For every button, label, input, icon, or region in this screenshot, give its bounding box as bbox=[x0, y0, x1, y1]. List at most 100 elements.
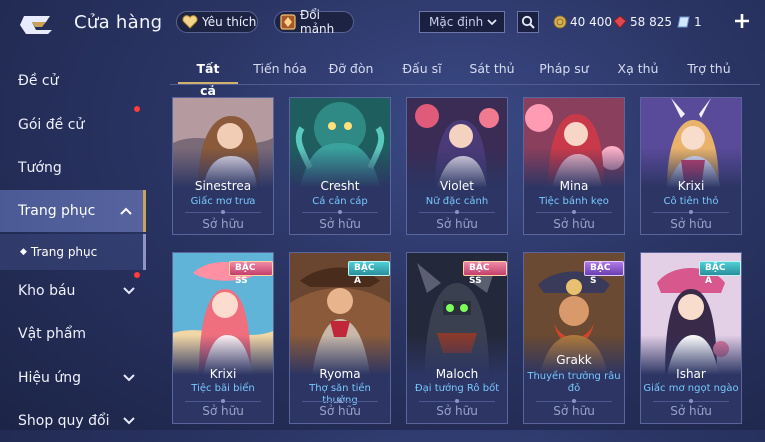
tab-marksman[interactable]: Xạ thủ bbox=[616, 58, 660, 84]
plus-icon[interactable] bbox=[733, 12, 751, 30]
sidebar-item-label: Tướng bbox=[18, 160, 62, 176]
owned-status: Sở hữu bbox=[436, 217, 478, 231]
rank-badge: BẬC A bbox=[348, 261, 390, 286]
hero-name: Cresht bbox=[320, 179, 360, 193]
tab-label: Tất cả bbox=[196, 61, 220, 98]
tab-all[interactable]: Tất cả bbox=[178, 58, 238, 98]
tab-label: Sát thủ bbox=[469, 61, 515, 76]
sort-dropdown[interactable]: Mặc định bbox=[419, 11, 505, 33]
skin-name: Cô tiên thỏ bbox=[663, 196, 719, 207]
sort-value: Mặc định bbox=[429, 15, 484, 29]
rank-badge: BẬC S bbox=[584, 261, 624, 286]
owned-status: Sở hữu bbox=[202, 217, 244, 231]
divider-dot bbox=[455, 399, 459, 403]
skin-card[interactable]: Violet Nữ đặc cảnh Sở hữu bbox=[406, 97, 508, 235]
sidebar-item-featured[interactable]: Đề cử bbox=[0, 60, 146, 102]
top-bar: Cửa hàng Yêu thích Đổi mảnh Mặc định 40 … bbox=[0, 0, 765, 46]
owned-status: Sở hữu bbox=[436, 404, 478, 418]
search-button[interactable] bbox=[517, 11, 539, 33]
skin-card[interactable]: BẬC SS Krixi Tiệc bãi biển Sở hữu bbox=[172, 252, 274, 424]
chevron-down-icon bbox=[123, 287, 135, 295]
wishlist-button[interactable]: Yêu thích bbox=[176, 11, 258, 33]
skin-name: Tiệc bãi biển bbox=[191, 383, 255, 394]
skin-card[interactable]: BẬC S Grakk Thuyền trưởng râu đỏ Sở hữu bbox=[523, 252, 625, 424]
tab-label: Đấu sĩ bbox=[402, 61, 442, 76]
hero-name: Ryoma bbox=[319, 367, 361, 381]
skin-card[interactable]: Cresht Cá cản cáp Sở hữu bbox=[289, 97, 391, 235]
heart-icon bbox=[181, 13, 199, 31]
tab-tank[interactable]: Đỡ đòn bbox=[326, 58, 376, 84]
skin-card[interactable]: Mina Tiệc bánh kẹo Sở hữu bbox=[523, 97, 625, 235]
skin-name: Giấc mơ trưa bbox=[190, 196, 256, 207]
tab-mage[interactable]: Pháp sư bbox=[538, 58, 590, 84]
skin-card[interactable]: Krixi Cô tiên thỏ Sở hữu bbox=[640, 97, 742, 235]
divider-dot bbox=[572, 210, 576, 214]
sidebar-item-effects[interactable]: Hiệu ứng bbox=[0, 357, 146, 399]
gold-amount: 40 400 bbox=[570, 15, 612, 29]
hero-name: Krixi bbox=[209, 367, 237, 381]
chevron-down-icon bbox=[487, 19, 497, 26]
sidebar-item-label: Trang phục bbox=[18, 203, 96, 219]
tab-label: Đỡ đòn bbox=[328, 61, 374, 76]
page-title: Cửa hàng bbox=[74, 12, 163, 33]
skin-name: Tiệc bánh kẹo bbox=[539, 196, 609, 207]
rank-badge: BẬC A bbox=[699, 261, 741, 286]
hero-name: Mina bbox=[559, 179, 589, 193]
skin-card[interactable]: Sinestrea Giấc mơ trưa Sở hữu bbox=[172, 97, 274, 235]
sidebar-item-exchange-shop[interactable]: Shop quy đổi bbox=[0, 400, 146, 442]
owned-status: Sở hữu bbox=[319, 404, 361, 418]
sidebar-subitem-skins[interactable]: ◆ Trang phục bbox=[0, 234, 146, 270]
divider-dot bbox=[338, 399, 342, 403]
tab-support[interactable]: Trợ thủ bbox=[684, 58, 734, 84]
sidebar-subitem-label: Trang phục bbox=[30, 245, 98, 259]
tab-evolution[interactable]: Tiến hóa bbox=[252, 58, 308, 84]
shard-exchange-button[interactable]: Đổi mảnh bbox=[274, 8, 354, 36]
sidebar-item-heroes[interactable]: Tướng bbox=[0, 147, 146, 189]
hero-name: Ishar bbox=[676, 367, 706, 381]
sidebar-item-label: Kho báu bbox=[18, 283, 76, 299]
gold-balance: 40 400 bbox=[553, 14, 612, 30]
rank-badge: BẬC SS bbox=[229, 261, 273, 286]
skin-name: Cá cản cáp bbox=[312, 196, 368, 207]
sidebar-item-label: Shop quy đổi bbox=[18, 413, 110, 429]
skin-name: Giấc mơ ngọt ngào bbox=[643, 383, 739, 394]
divider-dot bbox=[455, 210, 459, 214]
skin-card[interactable]: BẬC A Ryoma Thợ săn tiền thưởng Sở hữu bbox=[289, 252, 391, 424]
skin-name: Đại tướng Rô bốt bbox=[414, 383, 500, 394]
owned-status: Sở hữu bbox=[202, 404, 244, 418]
sidebar: Đề cử Gói đề cử Tướng Trang phục ◆ Trang… bbox=[0, 56, 146, 430]
tab-fighter[interactable]: Đấu sĩ bbox=[400, 58, 444, 84]
sidebar-item-label: Hiệu ứng bbox=[18, 370, 81, 386]
hero-name: Sinestrea bbox=[194, 179, 252, 193]
skin-card[interactable]: BẬC SS Maloch Đại tướng Rô bốt Sở hữu bbox=[406, 252, 508, 424]
hero-name: Grakk bbox=[556, 353, 592, 367]
divider-dot bbox=[572, 399, 576, 403]
hero-name: Krixi bbox=[677, 179, 705, 193]
notification-dot bbox=[134, 106, 140, 112]
notification-dot bbox=[134, 272, 140, 278]
category-tabs: Tất cả Tiến hóa Đỡ đòn Đấu sĩ Sát thủ Ph… bbox=[170, 58, 760, 98]
divider-dot bbox=[221, 210, 225, 214]
wishlist-label: Yêu thích bbox=[202, 15, 257, 29]
gold-coin-icon bbox=[553, 15, 567, 29]
skin-card[interactable]: BẬC A Ishar Giấc mơ ngọt ngào Sở hữu bbox=[640, 252, 742, 424]
bullet-icon: ◆ bbox=[20, 247, 27, 257]
sidebar-item-treasure[interactable]: Kho báu bbox=[0, 270, 146, 312]
skin-name: Thuyền trưởng râu đỏ bbox=[527, 371, 621, 394]
hero-name: Maloch bbox=[435, 367, 479, 381]
chevron-down-icon bbox=[123, 417, 135, 425]
search-icon bbox=[521, 15, 535, 29]
voucher-balance: 1 bbox=[677, 14, 702, 30]
sidebar-item-featured-bundles[interactable]: Gói đề cử bbox=[0, 104, 146, 146]
sidebar-item-items[interactable]: Vật phẩm bbox=[0, 313, 146, 355]
owned-status: Sở hữu bbox=[670, 217, 712, 231]
sidebar-item-label: Gói đề cử bbox=[18, 117, 85, 133]
tab-assassin[interactable]: Sát thủ bbox=[468, 58, 516, 84]
sidebar-item-skins[interactable]: Trang phục bbox=[0, 190, 146, 232]
back-arrow-icon[interactable] bbox=[18, 12, 58, 34]
voucher-icon bbox=[677, 15, 691, 29]
sidebar-item-label: Vật phẩm bbox=[18, 326, 87, 342]
hero-name: Violet bbox=[439, 179, 475, 193]
tab-divider bbox=[170, 84, 760, 85]
divider-dot bbox=[689, 399, 693, 403]
